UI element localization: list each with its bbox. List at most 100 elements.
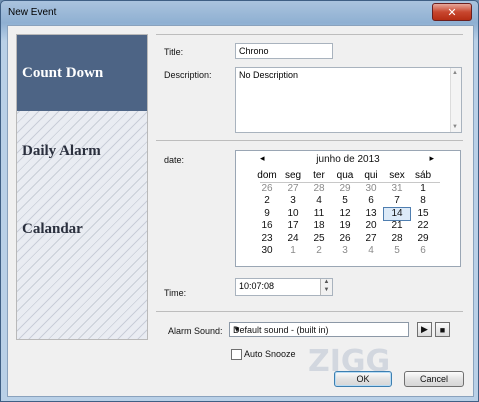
calendar-day[interactable]: 10 <box>280 208 306 221</box>
scroll-up-icon[interactable]: ▲ <box>452 70 458 76</box>
calendar-weekday: seg <box>284 170 302 181</box>
calendar-weekday: qui <box>364 170 378 181</box>
sidebar-item-calandar[interactable]: Calandar <box>17 191 147 267</box>
calendar-week-row: 30 1 2 3 4 5 6 <box>254 245 436 258</box>
calendar-day[interactable]: 4 <box>306 195 332 208</box>
calendar-day[interactable]: 12 <box>332 208 358 221</box>
calendar-month-label[interactable]: junho de 2013 <box>236 154 460 165</box>
calendar-day[interactable]: 2 <box>254 195 280 208</box>
sidebar-item-daily-alarm[interactable]: Daily Alarm <box>17 113 147 189</box>
calendar-day[interactable]: 6 <box>410 245 436 258</box>
calendar-grid: dom seg ter qua qui sex sáb 26 27 28 29 30 31 1 2 3 4 5 6 7… <box>254 170 436 258</box>
date-label: date: <box>164 155 185 165</box>
month-calendar[interactable]: ◂ junho de 2013 ▸ dom seg ter qua qui sex sáb 2… <box>235 150 461 267</box>
calendar-day[interactable]: 26 <box>332 233 358 246</box>
calendar-weekday-row: dom seg ter qua qui sex sáb <box>254 170 436 183</box>
description-scrollbar[interactable]: ▲ ▼ <box>450 68 461 132</box>
calendar-day[interactable]: 28 <box>384 233 410 246</box>
calendar-weekday: qua <box>336 170 354 181</box>
calendar-day[interactable]: 1 <box>410 183 436 196</box>
calendar-day[interactable]: 30 <box>358 183 384 196</box>
dialog-client-area: Count Down Daily Alarm Calandar Title: C… <box>7 25 474 397</box>
calendar-day[interactable]: 27 <box>358 233 384 246</box>
chevron-right-icon[interactable]: ▸ <box>429 153 434 164</box>
close-icon: ✕ <box>447 6 457 19</box>
spin-down-icon[interactable]: ▼ <box>321 287 332 295</box>
calendar-day[interactable]: 11 <box>306 208 332 221</box>
auto-snooze-checkbox[interactable] <box>231 349 242 360</box>
calendar-day[interactable]: 31 <box>384 183 410 196</box>
calendar-weekday: dom <box>257 170 277 181</box>
scroll-down-icon[interactable]: ▼ <box>452 124 458 130</box>
title-bar[interactable]: New Event ✕ <box>1 1 478 25</box>
calendar-week-row: 9 10 11 12 13 14 15 <box>254 206 436 221</box>
sidebar-item-label: Daily Alarm <box>22 143 101 159</box>
calendar-day[interactable]: 7 <box>384 195 410 208</box>
divider <box>156 311 463 312</box>
calendar-day[interactable]: 23 <box>254 233 280 246</box>
calendar-day[interactable]: 28 <box>306 183 332 196</box>
sidebar-item-label: Count Down <box>22 65 104 81</box>
dialog-window: New Event ✕ Count Down Daily Alarm Calan… <box>0 0 479 402</box>
description-textarea[interactable]: No Description ▲ ▼ <box>235 67 462 133</box>
calendar-weekday: sáb <box>414 170 432 181</box>
calendar-day[interactable]: 24 <box>280 233 306 246</box>
description-label: Description: <box>164 70 212 80</box>
calendar-day[interactable]: 15 <box>410 208 436 221</box>
calendar-day[interactable]: 13 <box>358 208 384 221</box>
time-input[interactable]: 10:07:08 ▲ ▼ <box>235 278 333 296</box>
spin-up-icon[interactable]: ▲ <box>321 279 332 287</box>
calendar-day[interactable]: 6 <box>358 195 384 208</box>
title-input[interactable]: Chrono <box>235 43 333 59</box>
divider <box>156 140 463 141</box>
stop-sound-button[interactable]: ■ <box>435 322 450 337</box>
calendar-week-row: 16 17 18 19 20 21 22 <box>254 220 436 233</box>
calendar-day[interactable]: 30 <box>254 245 280 258</box>
ok-button[interactable]: OK <box>334 371 392 387</box>
calendar-day[interactable]: 1 <box>280 245 306 258</box>
calendar-day[interactable]: 26 <box>254 183 280 196</box>
time-value: 10:07:08 <box>239 281 275 291</box>
play-icon: ▶ <box>421 324 428 334</box>
alarm-sound-select[interactable]: Default sound - (built in) ▼ <box>229 322 409 337</box>
calendar-day[interactable]: 14 <box>383 206 411 221</box>
close-button[interactable]: ✕ <box>432 3 472 21</box>
calendar-day[interactable]: 29 <box>332 183 358 196</box>
calendar-day[interactable]: 16 <box>254 220 280 233</box>
play-sound-button[interactable]: ▶ <box>417 322 432 337</box>
calendar-day[interactable]: 27 <box>280 183 306 196</box>
calendar-day[interactable]: 3 <box>280 195 306 208</box>
calendar-day[interactable]: 22 <box>410 220 436 233</box>
calendar-day[interactable]: 18 <box>306 220 332 233</box>
calendar-day[interactable]: 21 <box>384 220 410 233</box>
auto-snooze-label[interactable]: Auto Snooze <box>244 349 296 359</box>
calendar-day[interactable]: 5 <box>384 245 410 258</box>
title-label: Title: <box>164 47 184 57</box>
calendar-day[interactable]: 5 <box>332 195 358 208</box>
calendar-day[interactable]: 19 <box>332 220 358 233</box>
cancel-button[interactable]: Cancel <box>404 371 464 387</box>
calendar-week-row: 26 27 28 29 30 31 1 <box>254 183 436 196</box>
window-title: New Event <box>8 7 57 18</box>
calendar-day[interactable]: 4 <box>358 245 384 258</box>
calendar-week-row: 23 24 25 26 27 28 29 <box>254 233 436 246</box>
event-type-sidebar: Count Down Daily Alarm Calandar <box>16 34 148 340</box>
calendar-week-row: 2345678 <box>254 195 436 208</box>
calendar-day[interactable]: 3 <box>332 245 358 258</box>
sidebar-item-count-down[interactable]: Count Down <box>17 35 147 111</box>
calendar-day[interactable]: 25 <box>306 233 332 246</box>
description-text: No Description <box>239 70 299 80</box>
calendar-day[interactable]: 9 <box>254 208 280 221</box>
calendar-weekday: sex <box>389 170 405 181</box>
calendar-day[interactable]: 8 <box>410 195 436 208</box>
calendar-day[interactable]: 17 <box>280 220 306 233</box>
divider <box>156 34 463 35</box>
time-label: Time: <box>164 288 187 298</box>
time-spinner[interactable]: ▲ ▼ <box>320 279 332 295</box>
calendar-day[interactable]: 29 <box>410 233 436 246</box>
chevron-down-icon: ▼ <box>233 325 241 334</box>
calendar-day[interactable]: 20 <box>358 220 384 233</box>
calendar-weekday: ter <box>313 170 325 181</box>
sidebar-item-label: Calandar <box>22 221 83 237</box>
calendar-day[interactable]: 2 <box>306 245 332 258</box>
